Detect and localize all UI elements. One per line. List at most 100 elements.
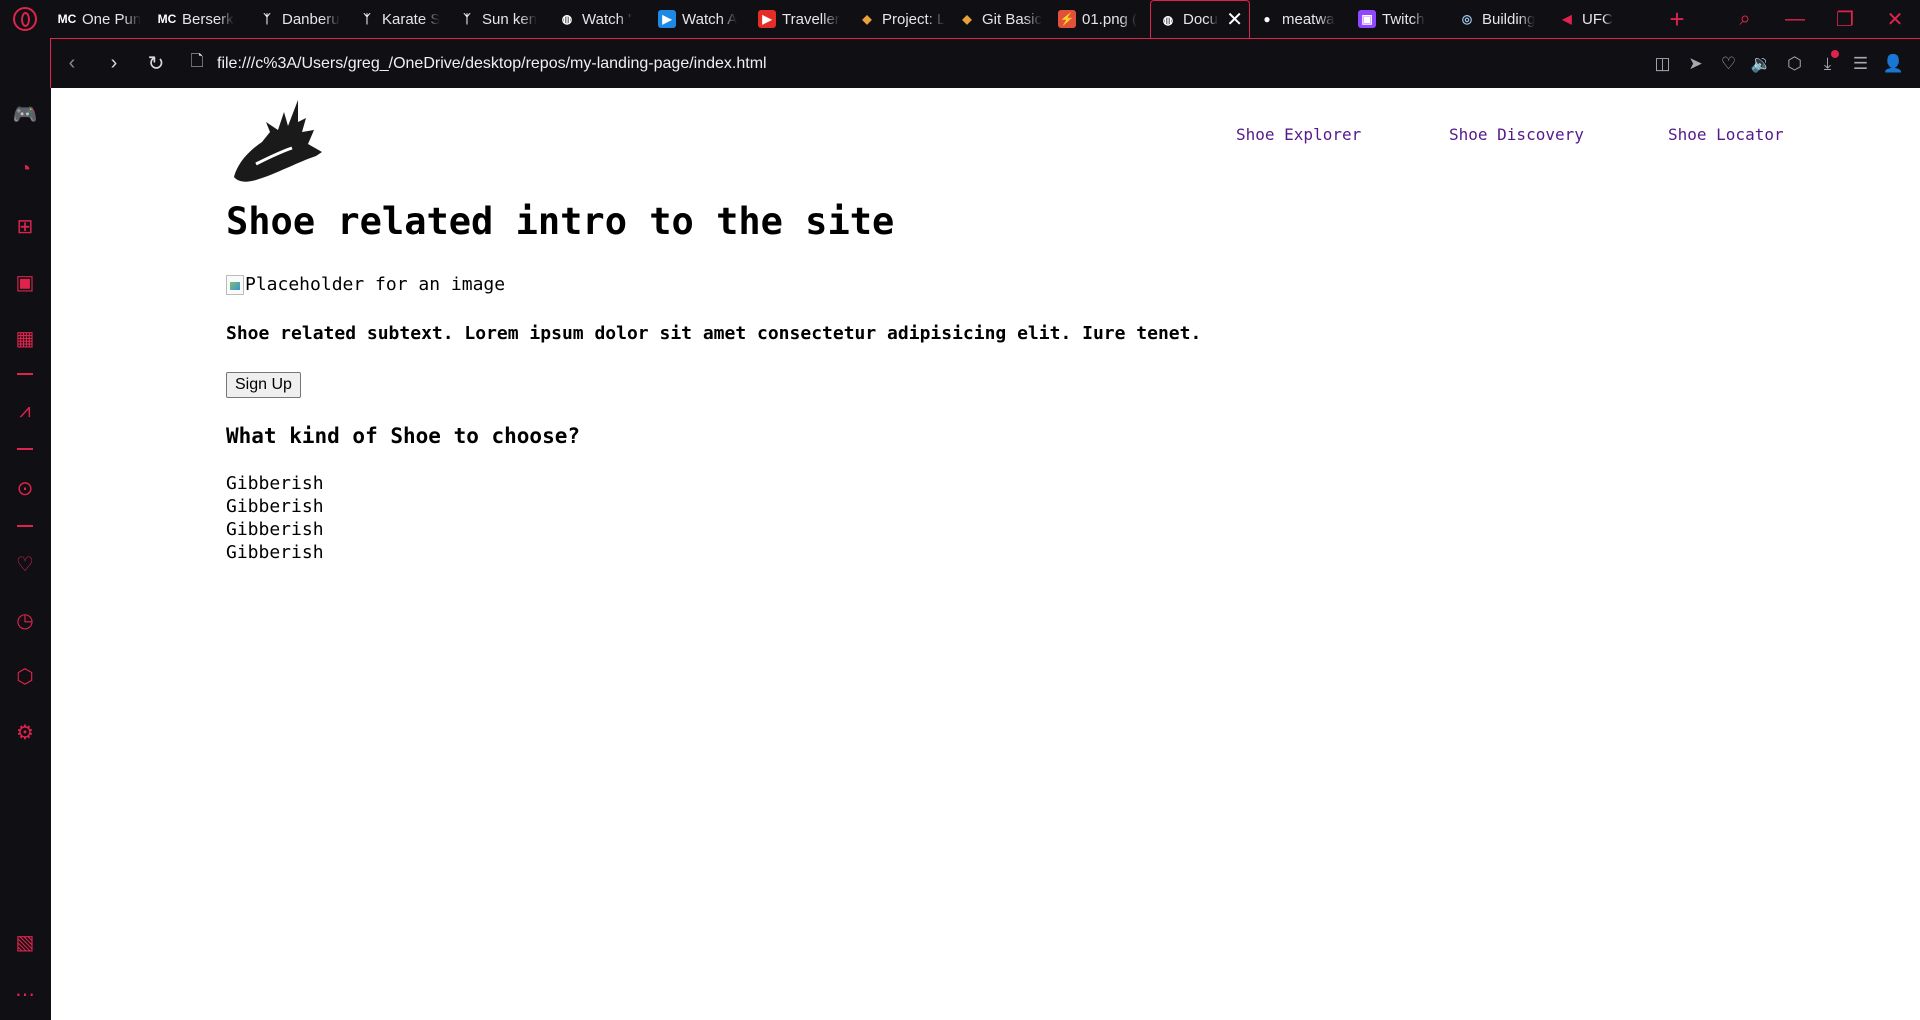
list-item: Gibberish	[226, 519, 324, 540]
reload-icon[interactable]: ↻	[135, 51, 177, 76]
restore-icon[interactable]: ❐	[1820, 7, 1870, 32]
tab-label: Project: L	[882, 10, 946, 28]
browser-tab[interactable]: ◀ UFC	[1550, 0, 1650, 38]
broken-image-icon	[226, 274, 244, 295]
tab-favicon-icon: ⚡	[1058, 10, 1076, 28]
gallery-icon[interactable]: ▧	[0, 930, 50, 955]
gamepad-icon[interactable]: 🎮	[0, 102, 50, 127]
back-icon[interactable]: ‹	[51, 52, 93, 75]
profile-icon[interactable]: 👤	[1877, 54, 1910, 74]
tab-favicon-icon: MC	[157, 12, 177, 26]
page-title: Shoe related intro to the site	[226, 200, 895, 243]
browser-tab[interactable]: MC Berserk	[150, 0, 250, 38]
browser-tab[interactable]: ▣ Twitch	[1350, 0, 1450, 38]
file-icon: 🗋	[190, 53, 204, 70]
list-item: Gibberish	[226, 542, 324, 563]
tab-label: Danberu	[282, 10, 340, 28]
list-item: Gibberish	[226, 496, 324, 517]
address-bar: ‹ › ↻ 🗋 file:///c%3A/Users/greg_/OneDriv…	[50, 38, 1920, 88]
twitch-icon[interactable]: ▣	[0, 270, 50, 295]
tab-favicon-icon: ◆	[962, 12, 972, 26]
tab-label: One Pun	[82, 10, 142, 28]
tab-label: meatwa	[1282, 10, 1335, 28]
tab-strip: MC One Pun MC Berserk ᛉ Danberu ᛉ Karate S ᛉ Sun …	[50, 0, 1650, 38]
browser-tab[interactable]: ⚡ 01.png (	[1050, 0, 1150, 38]
forward-icon[interactable]: ›	[93, 52, 135, 75]
browser-tab[interactable]: ▶ Watch A	[650, 0, 750, 38]
browser-tab[interactable]: MC One Pun	[50, 0, 150, 38]
sidebar-divider	[17, 373, 33, 375]
list-item: Gibberish	[226, 473, 324, 494]
cube-icon[interactable]: ⬡	[0, 664, 50, 689]
browser-tab[interactable]: ◎ Building	[1450, 0, 1550, 38]
tab-label: Git Basic	[982, 10, 1043, 28]
window-controls: ⌕ — ❐ ✕	[1720, 0, 1920, 38]
history-icon[interactable]: ◷	[0, 608, 50, 633]
minimize-icon[interactable]: —	[1770, 8, 1820, 31]
browser-tab[interactable]: ◍ Docu ✕	[1150, 0, 1250, 38]
browser-tab[interactable]: ᛉ Sun ken	[450, 0, 550, 38]
easy-setup-icon[interactable]: ☰	[1844, 54, 1877, 74]
player-icon[interactable]: ⊙	[0, 476, 50, 501]
tab-label: Building	[1482, 10, 1536, 28]
opera-menu-icon[interactable]	[0, 0, 50, 38]
search-tabs-icon[interactable]: ⌕	[1720, 8, 1770, 31]
browser-tab[interactable]: ◆ Project: L	[850, 0, 950, 38]
heart-icon[interactable]: ♡	[0, 552, 50, 577]
extensions-icon[interactable]: ⬡	[1778, 54, 1811, 74]
bag-icon[interactable]: ⊞	[0, 214, 50, 239]
audio-icon[interactable]: 🔉	[1745, 54, 1778, 74]
send-icon[interactable]: ➤	[1679, 54, 1712, 74]
heart-icon[interactable]: ♡	[1712, 54, 1745, 74]
url-field[interactable]: file:///c%3A/Users/greg_/OneDrive/deskto…	[217, 55, 767, 73]
tab-label: Docu	[1183, 11, 1219, 28]
tab-label: Karate S	[382, 10, 441, 28]
browser-tab[interactable]: ᛉ Danberu	[250, 0, 350, 38]
tab-label: Sun ken	[482, 10, 538, 28]
nav-link-shoe-locator[interactable]: Shoe Locator	[1668, 125, 1784, 144]
tab-favicon-icon: ▶	[758, 10, 776, 28]
download-badge	[1831, 50, 1839, 58]
image-alt-text: Placeholder for an image	[245, 274, 506, 295]
wallpaper-icon[interactable]: ⩘	[0, 400, 50, 423]
new-tab-button[interactable]: +	[1662, 4, 1692, 35]
tab-favicon-icon: ᛉ	[463, 12, 471, 26]
browser-tab[interactable]: ◆ Git Basic	[950, 0, 1050, 38]
tab-favicon-icon: ▣	[1358, 10, 1376, 28]
close-tab-icon[interactable]: ✕	[1226, 7, 1243, 32]
tab-bar: MC One Pun MC Berserk ᛉ Danberu ᛉ Karate S ᛉ Sun …	[0, 0, 1920, 38]
tab-favicon-icon: ◍	[1162, 12, 1174, 27]
nav-link-shoe-explorer[interactable]: Shoe Explorer	[1236, 125, 1361, 144]
tab-label: Twitch	[1382, 10, 1425, 28]
tab-label: UFC	[1582, 10, 1613, 28]
browser-tab[interactable]: ▶ Traveller	[750, 0, 850, 38]
address-tools: ◫ ➤ ♡ 🔉 ⬡ ⤓ ☰ 👤	[1646, 39, 1910, 89]
browser-tab[interactable]: ᛉ Karate S	[350, 0, 450, 38]
sidebar-divider	[17, 525, 33, 527]
tab-favicon-icon: ᛉ	[363, 12, 371, 26]
tab-favicon-icon: ◍	[561, 12, 573, 26]
tab-label: Berserk	[182, 10, 234, 28]
speed-dial-icon[interactable]: ◔	[0, 158, 50, 181]
tab-label: Watch A	[682, 10, 738, 28]
page-viewport: Shoe Explorer Shoe Discovery Shoe Locato…	[51, 88, 1920, 1020]
tab-favicon-icon: ▶	[658, 10, 676, 28]
tab-label: 01.png (	[1082, 10, 1138, 28]
tab-favicon-icon: ◎	[1461, 12, 1473, 26]
more-icon[interactable]: ⋯	[0, 982, 50, 1007]
subtext: Shoe related subtext. Lorem ipsum dolor …	[226, 323, 1202, 344]
settings-icon[interactable]: ⚙	[0, 720, 50, 745]
tab-favicon-icon: ●	[1263, 12, 1271, 26]
browser-tab[interactable]: ● meatwa	[1250, 0, 1350, 38]
browser-tab[interactable]: ◍ Watch "	[550, 0, 650, 38]
nav-link-shoe-discovery[interactable]: Shoe Discovery	[1449, 125, 1584, 144]
tab-favicon-icon: MC	[57, 12, 77, 26]
chip-icon[interactable]: ▦	[0, 326, 50, 351]
sign-up-button[interactable]: Sign Up	[226, 372, 301, 398]
tab-favicon-icon: ᛉ	[263, 12, 271, 26]
snapshot-icon[interactable]: ◫	[1646, 54, 1679, 74]
sidebar-divider	[17, 448, 33, 450]
close-window-icon[interactable]: ✕	[1870, 7, 1920, 32]
tab-label: Traveller	[782, 10, 840, 28]
download-icon[interactable]: ⤓	[1811, 50, 1844, 74]
